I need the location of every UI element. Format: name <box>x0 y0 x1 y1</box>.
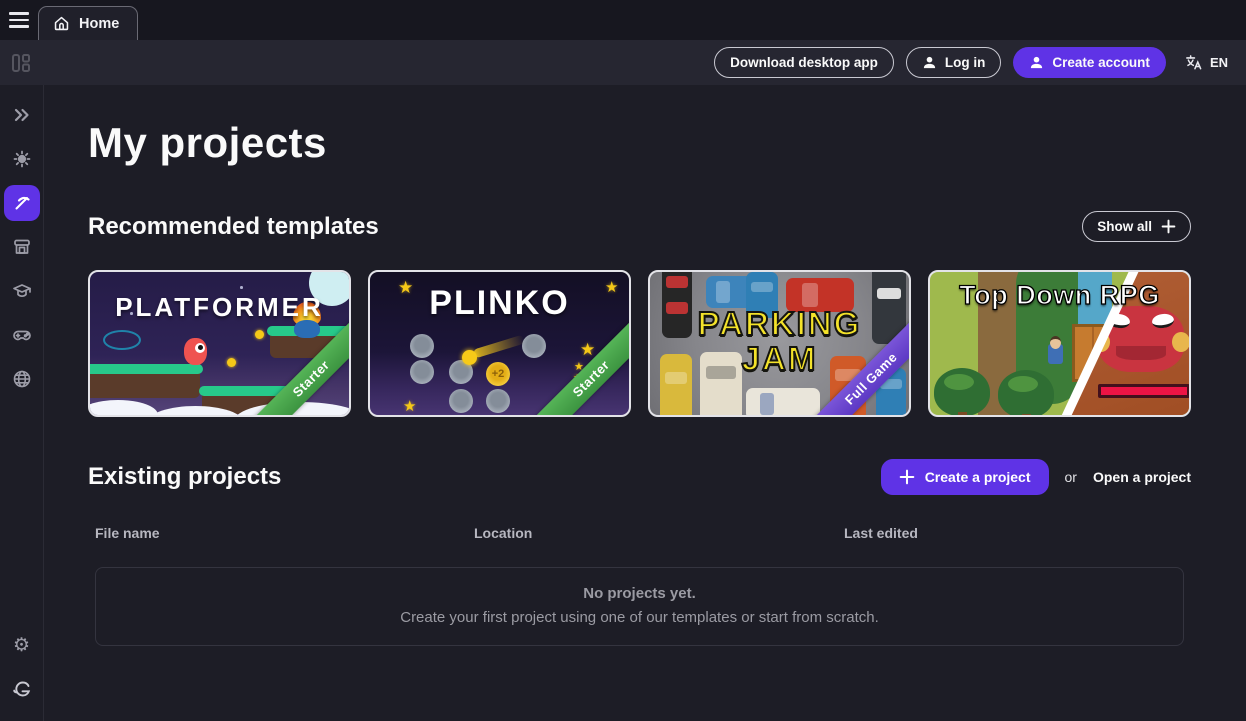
graduation-cap-icon <box>12 281 32 301</box>
language-code: EN <box>1210 55 1228 70</box>
download-desktop-app-button[interactable]: Download desktop app <box>714 47 894 78</box>
language-selector[interactable]: EN <box>1184 53 1228 72</box>
template-card-platformer[interactable]: PLATFORMER Starter <box>88 270 351 417</box>
globe-icon <box>12 369 32 389</box>
template-card-top-down-rpg[interactable]: Top Down RPG <box>928 270 1191 417</box>
peg-art <box>410 334 434 358</box>
show-all-button[interactable]: Show all <box>1082 211 1191 242</box>
sidebar-item-build[interactable] <box>4 185 40 221</box>
login-button-label: Log in <box>945 55 986 70</box>
empty-state-line2: Create your first project using one of o… <box>106 609 1173 626</box>
or-text: or <box>1065 469 1077 485</box>
pickaxe-icon <box>12 193 32 213</box>
eye-art <box>103 330 141 350</box>
empty-projects-placeholder: No projects yet. Create your first proje… <box>95 567 1184 646</box>
platform-art <box>88 368 200 398</box>
character-art <box>1048 344 1063 364</box>
recommended-templates-heading: Recommended templates <box>88 213 379 241</box>
sidebar-item-play[interactable] <box>4 317 40 353</box>
sidebar-expand-button[interactable] <box>4 97 40 133</box>
peg-art <box>486 389 510 413</box>
show-all-label: Show all <box>1097 219 1152 234</box>
coin-art <box>227 358 236 367</box>
column-header-location: Location <box>474 525 844 541</box>
download-button-label: Download desktop app <box>730 55 878 70</box>
ball-art <box>462 350 477 365</box>
star-art: ★ <box>403 397 416 415</box>
coin-art <box>255 330 264 339</box>
gear-icon: ⚙ <box>13 636 30 655</box>
main-content: My projects Recommended templates Show a… <box>44 85 1246 721</box>
sidebar-item-community[interactable] <box>4 361 40 397</box>
tab-home[interactable]: Home <box>38 6 138 40</box>
sidebar-item-learn[interactable] <box>4 273 40 309</box>
cloud-art <box>88 400 158 417</box>
sidebar-settings-button[interactable]: ⚙ <box>4 627 40 663</box>
hamburger-menu-icon[interactable] <box>0 0 38 40</box>
plus-icon <box>899 469 915 485</box>
plus-icon <box>1161 219 1176 234</box>
empty-state-line1: No projects yet. <box>106 585 1173 602</box>
toolbar: Download desktop app Log in Create accou… <box>0 40 1246 85</box>
sun-icon <box>12 149 32 169</box>
storefront-icon <box>12 237 32 257</box>
tree-art <box>998 370 1054 417</box>
create-account-button[interactable]: Create account <box>1013 47 1166 78</box>
bonus-peg-art: +2 <box>486 362 510 386</box>
sidebar-gdevelop-button[interactable] <box>4 671 40 707</box>
open-project-link[interactable]: Open a project <box>1093 469 1191 485</box>
player-character-art <box>184 338 207 365</box>
home-icon <box>53 15 70 32</box>
column-header-last-edited: Last edited <box>844 525 1191 541</box>
page-title: My projects <box>88 119 1191 167</box>
template-title: PLINKO <box>370 284 629 323</box>
create-account-button-label: Create account <box>1052 55 1150 70</box>
template-title: Top Down RPG <box>930 280 1189 311</box>
template-card-parking-jam[interactable]: PARKING JAM Full Game <box>648 270 911 417</box>
template-card-plinko[interactable]: +2 ★ ★ ★ ★ ★ ★ PLINKO Starter <box>368 270 631 417</box>
tree-art <box>934 368 990 416</box>
boss-health-bar-art <box>1098 384 1190 398</box>
column-header-file-name: File name <box>95 525 474 541</box>
translate-icon <box>1184 53 1203 72</box>
login-button[interactable]: Log in <box>906 47 1002 78</box>
person-icon <box>1029 55 1044 70</box>
create-project-button[interactable]: Create a project <box>881 459 1049 495</box>
car-art <box>746 388 820 417</box>
sidebar-item-shop[interactable] <box>4 229 40 265</box>
template-title: PLATFORMER <box>90 292 349 323</box>
peg-art <box>522 334 546 358</box>
create-project-label: Create a project <box>925 469 1031 485</box>
gamepad-icon <box>12 325 32 345</box>
layout-panels-icon[interactable] <box>10 52 32 74</box>
tab-home-label: Home <box>79 16 119 32</box>
sidebar-item-get-started[interactable] <box>4 141 40 177</box>
sidebar: ⚙ <box>0 85 44 721</box>
gdevelop-logo-icon <box>12 679 32 699</box>
template-cards: PLATFORMER Starter +2 ★ ★ ★ ★ ★ ★ <box>88 270 1191 417</box>
projects-table-header: File name Location Last edited <box>88 525 1191 541</box>
peg-art <box>410 360 434 384</box>
peg-art <box>449 389 473 413</box>
chevrons-right-icon <box>12 105 32 125</box>
ball-trail-art <box>473 335 525 359</box>
tab-bar: Home <box>0 0 1246 40</box>
person-icon <box>922 55 937 70</box>
existing-projects-heading: Existing projects <box>88 463 281 491</box>
